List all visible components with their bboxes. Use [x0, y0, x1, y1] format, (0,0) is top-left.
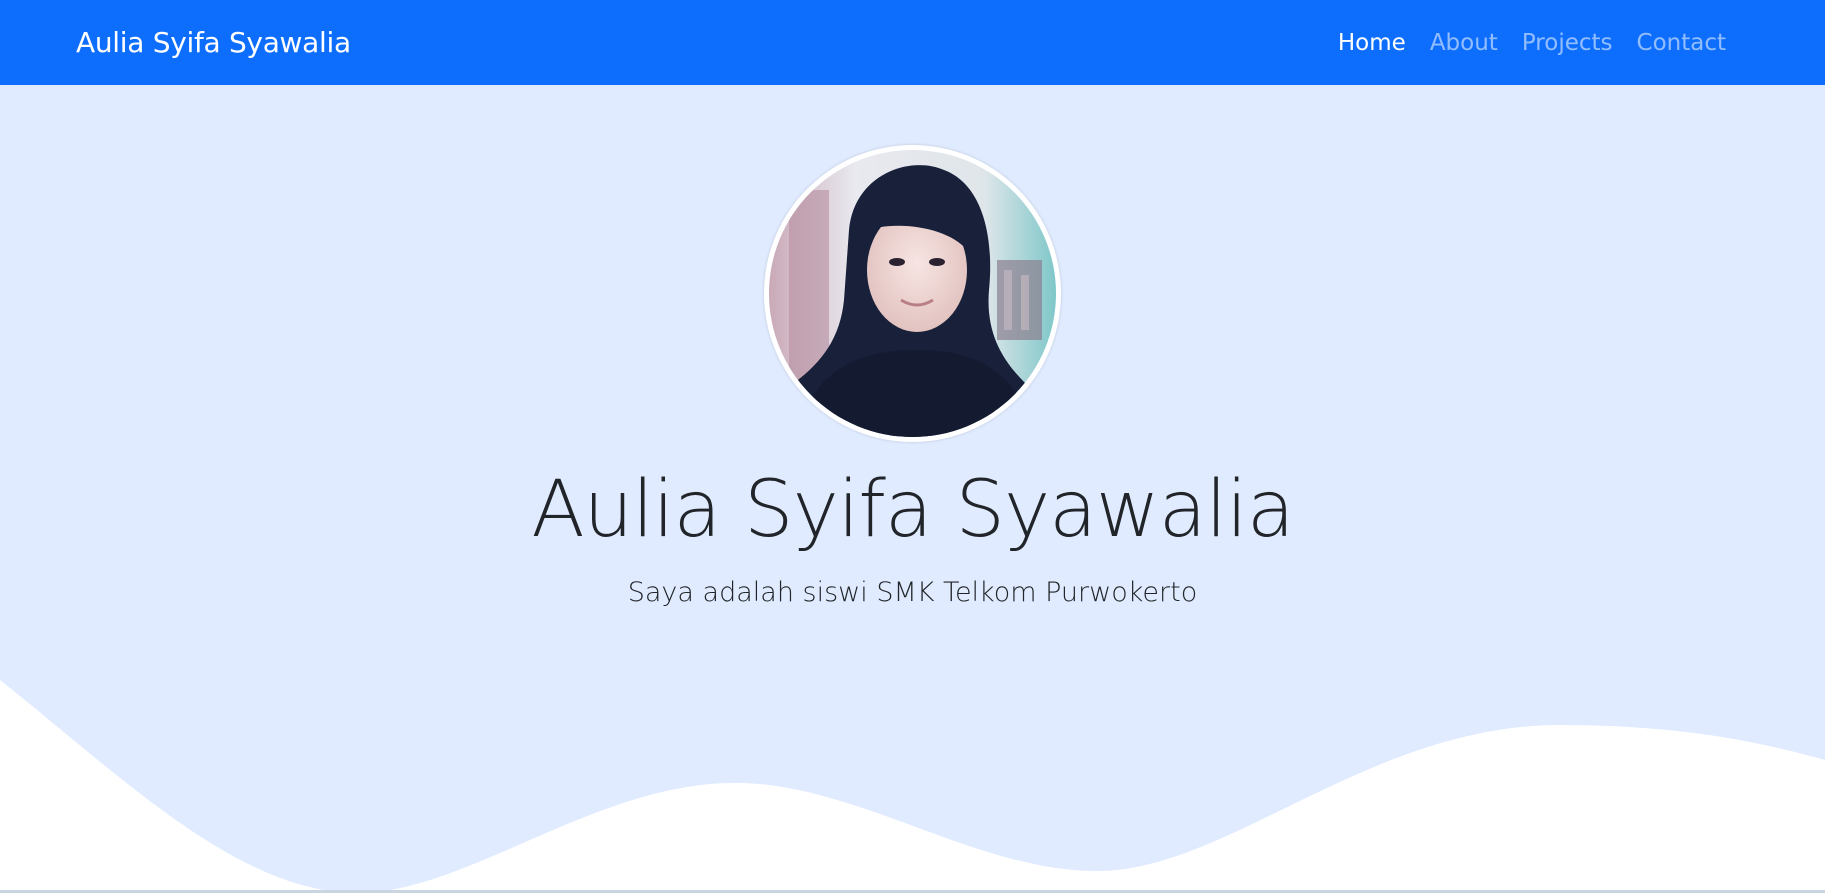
avatar-photo: [769, 150, 1056, 437]
hero-section: Aulia Syifa Syawalia Saya adalah siswi S…: [0, 85, 1825, 893]
hero-title: Aulia Syifa Syawalia: [531, 465, 1294, 555]
hero-subtitle: Saya adalah siswi SMK Telkom Purwokerto: [627, 577, 1198, 608]
navbar-brand[interactable]: Aulia Syifa Syawalia: [76, 0, 351, 85]
navbar: Aulia Syifa Syawalia Home About Projects…: [0, 0, 1825, 85]
nav-link-home[interactable]: Home: [1326, 30, 1418, 56]
nav-link-projects[interactable]: Projects: [1510, 30, 1625, 56]
nav-link-about[interactable]: About: [1418, 30, 1510, 56]
profile-photo-icon: [769, 150, 1056, 437]
nav-links: Home About Projects Contact: [1326, 0, 1738, 85]
avatar-frame: [764, 145, 1061, 442]
nav-link-contact[interactable]: Contact: [1625, 30, 1738, 56]
